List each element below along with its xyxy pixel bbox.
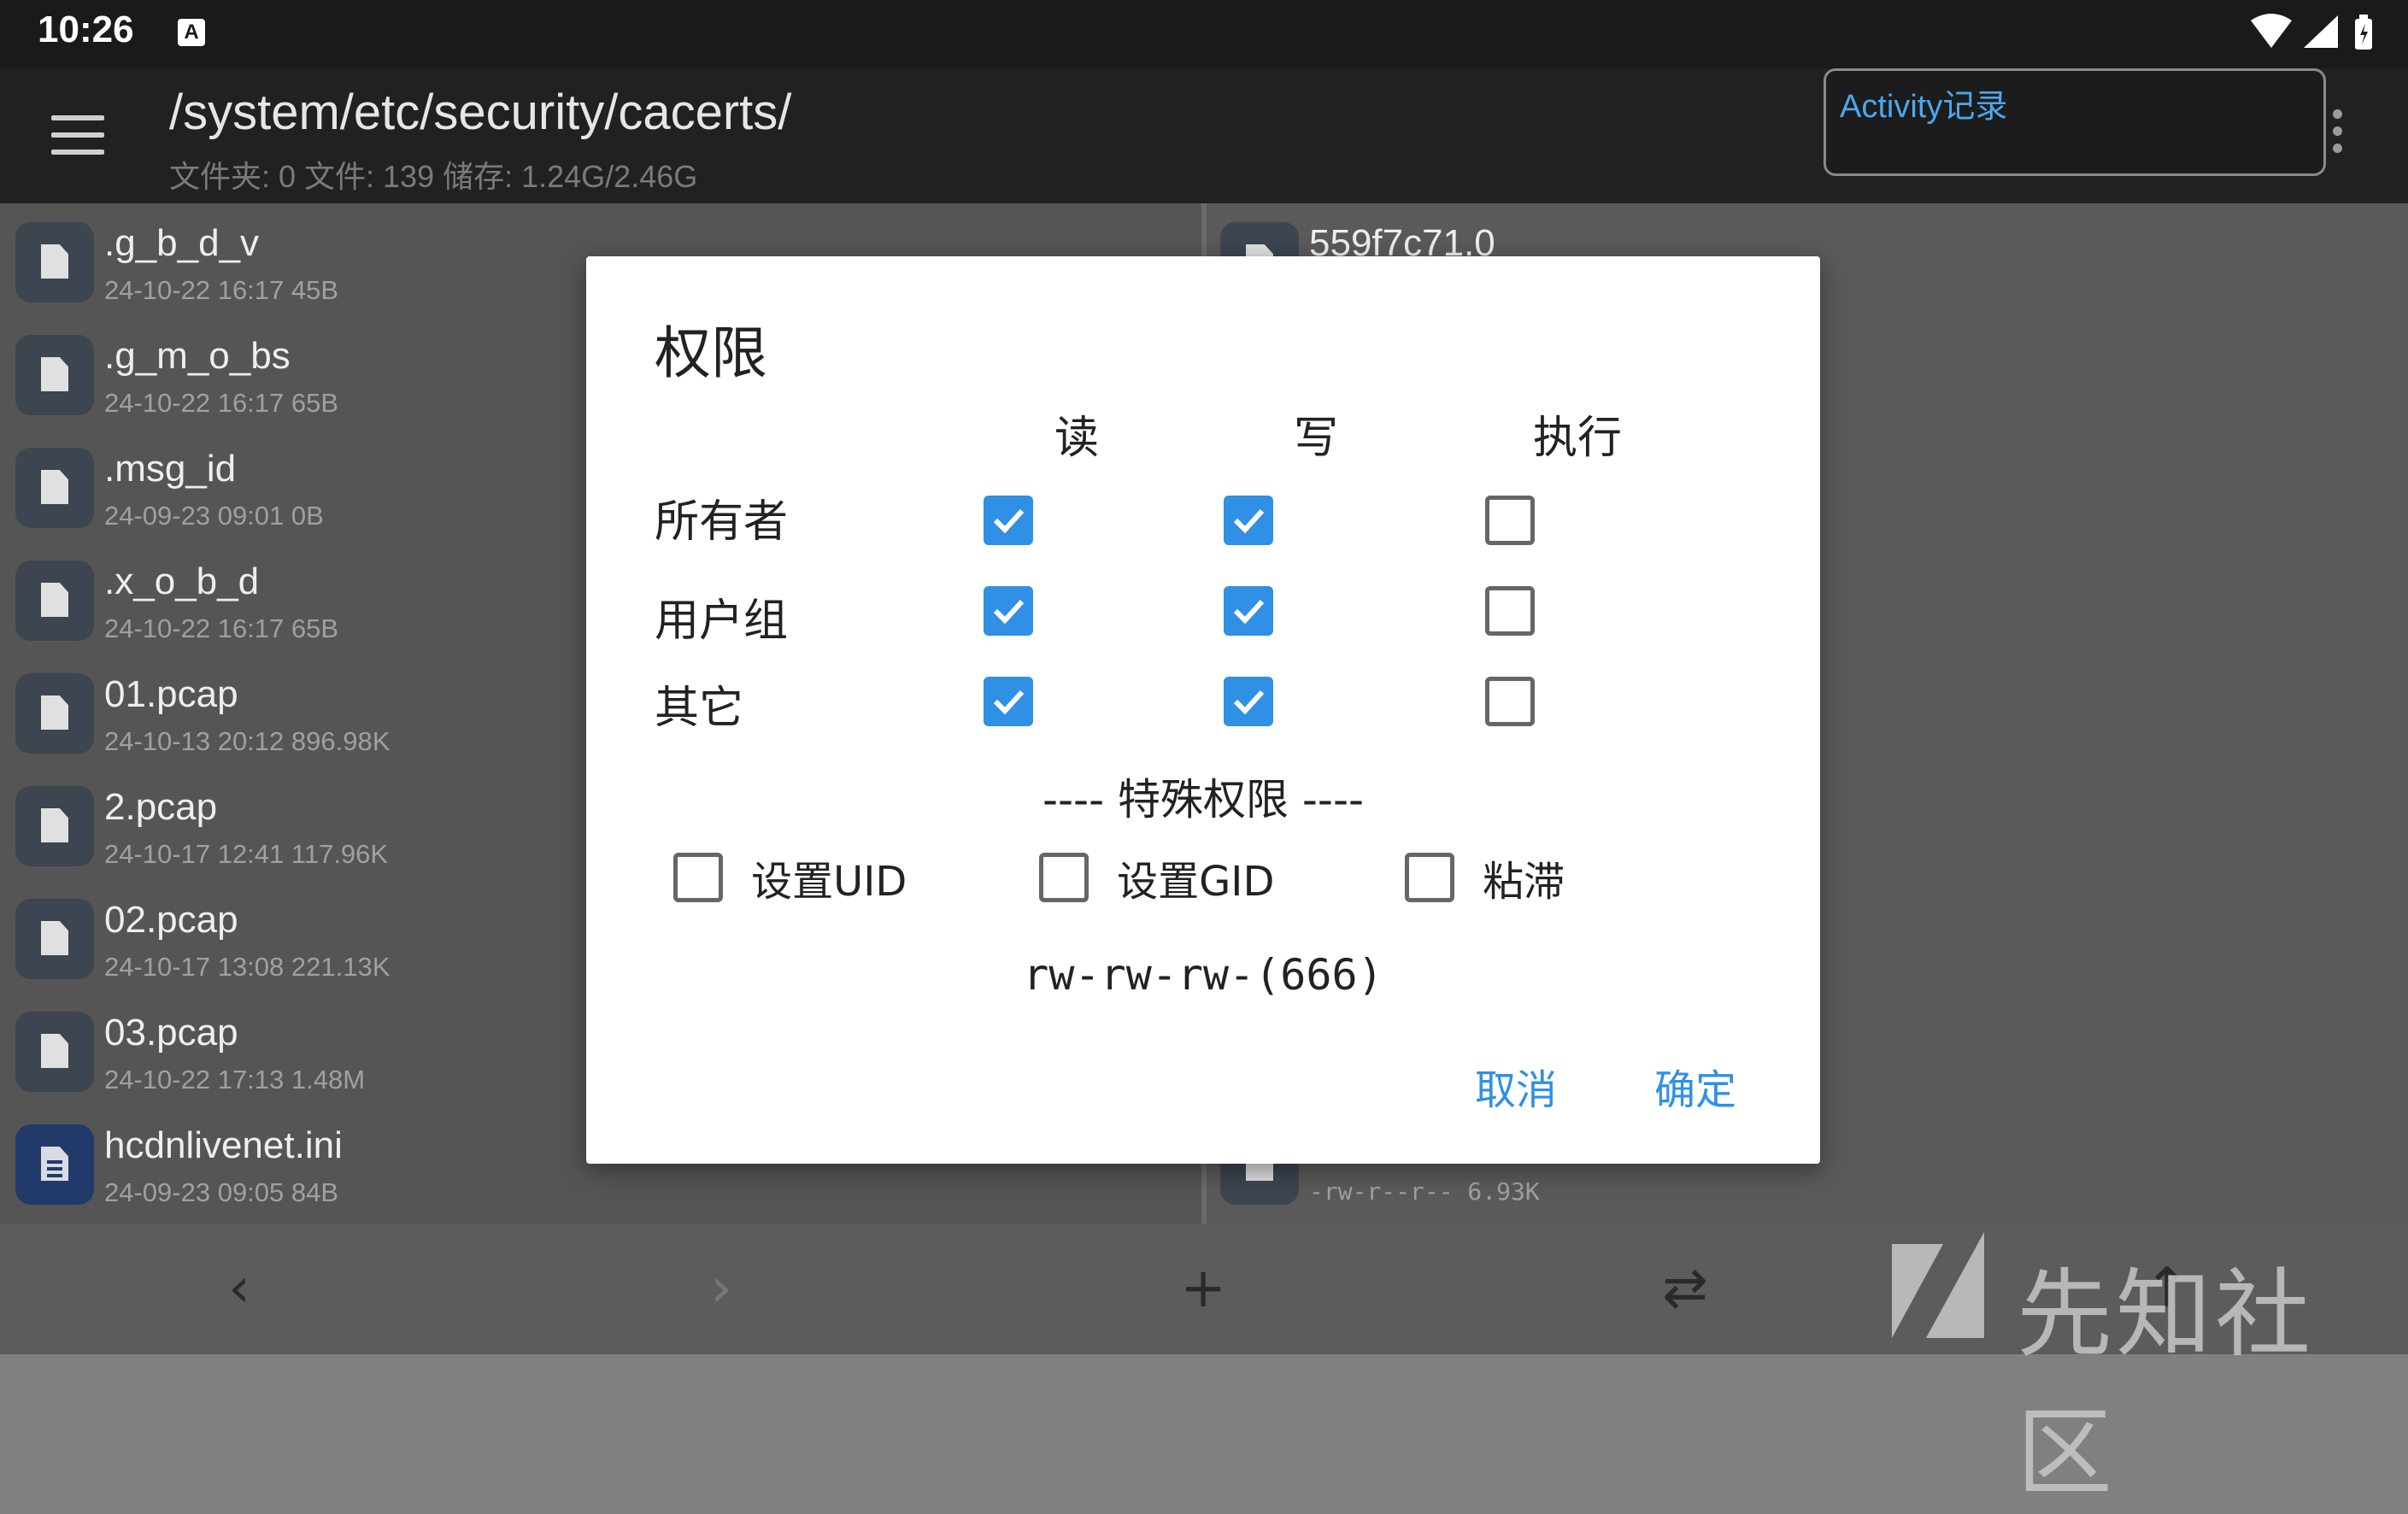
text-file-icon (15, 1124, 94, 1205)
file-icon (15, 899, 94, 979)
file-icon (15, 786, 94, 866)
owner-read-checkbox[interactable] (984, 496, 1033, 545)
more-options-icon[interactable] (2333, 109, 2345, 161)
file-meta: 24-10-22 16:17 65B (104, 388, 339, 418)
others-execute-checkbox[interactable] (1485, 677, 1535, 726)
watermark: 先知社区 (1888, 1230, 2384, 1509)
column-execute: 执行 (1532, 413, 1622, 464)
watermark-logo-icon (1892, 1232, 1984, 1338)
row-label-others: 其它 (655, 683, 744, 734)
notification-a-icon: A (178, 19, 205, 46)
permissions-dialog: 权限 读 写 执行 所有者 用户组 其它 ---- 特殊权限 ---- 设置UI… (586, 256, 1820, 1164)
group-execute-checkbox[interactable] (1485, 586, 1535, 636)
column-read: 读 (1054, 413, 1099, 464)
status-time: 10:26 (38, 9, 134, 50)
file-icon (15, 222, 94, 302)
swap-panes-icon[interactable]: ⇄ (1651, 1254, 1719, 1323)
file-name: 02.pcap (104, 899, 238, 941)
group-read-checkbox[interactable] (984, 586, 1033, 636)
activity-log-box[interactable]: Activity记录 (1824, 68, 2326, 176)
file-icon (15, 335, 94, 415)
setgid-checkbox[interactable] (1039, 853, 1089, 902)
file-meta: 24-10-17 12:41 117.96K (104, 839, 389, 869)
file-icon (15, 1012, 94, 1092)
file-icon (15, 448, 94, 528)
sticky-checkbox[interactable] (1405, 853, 1454, 902)
special-permissions-heading: ---- 特殊权限 ---- (1042, 775, 1365, 824)
file-name: .x_o_b_d (104, 560, 260, 602)
sticky-label: 粘滞 (1483, 858, 1565, 906)
group-write-checkbox[interactable] (1224, 586, 1273, 636)
battery-icon (2355, 15, 2372, 50)
status-icons (2247, 12, 2384, 56)
watermark-text: 先知社区 (2017, 1259, 2314, 1509)
others-write-checkbox[interactable] (1224, 677, 1273, 726)
setuid-checkbox[interactable] (673, 853, 723, 902)
dialog-title: 权限 (655, 320, 767, 386)
row-label-group: 用户组 (655, 596, 789, 647)
file-meta: 24-10-22 16:17 45B (104, 275, 339, 305)
signal-icon (2304, 15, 2338, 48)
status-bar: 10:26 A (0, 0, 2408, 68)
file-icon (15, 673, 94, 754)
add-icon[interactable]: + (1169, 1254, 1237, 1323)
file-meta: 24-09-23 09:05 84B (104, 1177, 339, 1207)
file-meta: -rw-r--r-- 6.93K (1309, 1177, 1540, 1206)
file-meta: 24-10-17 13:08 221.13K (104, 952, 391, 982)
file-name: .g_m_o_bs (104, 335, 291, 377)
setgid-label: 设置GID (1117, 858, 1275, 906)
current-path: /system/etc/security/cacerts/ (169, 85, 792, 140)
column-write: 写 (1293, 413, 1338, 464)
owner-write-checkbox[interactable] (1224, 496, 1273, 545)
setgid-option[interactable]: 设置GID (1039, 848, 1274, 907)
setuid-option[interactable]: 设置UID (673, 848, 907, 907)
file-name: hcdnlivenet.ini (104, 1124, 343, 1166)
file-name: 03.pcap (104, 1012, 238, 1053)
permission-string: rw-rw-rw-(666) (1023, 950, 1383, 1000)
file-meta: 24-10-22 16:17 65B (104, 613, 339, 643)
wifi-icon (2251, 14, 2292, 48)
ok-button[interactable]: 确定 (1654, 1056, 1736, 1116)
file-name: .msg_id (104, 448, 237, 490)
folder-stats: 文件夹: 0 文件: 139 储存: 1.24G/2.46G (169, 159, 698, 194)
row-label-owner: 所有者 (655, 496, 789, 548)
others-read-checkbox[interactable] (984, 677, 1033, 726)
forward-arrow-icon[interactable]: › (687, 1254, 755, 1323)
owner-execute-checkbox[interactable] (1485, 496, 1535, 545)
setuid-label: 设置UID (751, 858, 907, 906)
file-name: .g_b_d_v (104, 222, 260, 264)
file-meta: 24-10-22 17:13 1.48M (104, 1065, 366, 1094)
file-meta: 24-09-23 09:01 0B (104, 501, 324, 531)
file-icon (15, 560, 94, 641)
file-meta: 24-10-13 20:12 896.98K (104, 726, 391, 756)
back-arrow-icon[interactable]: ‹ (205, 1254, 273, 1323)
file-name: 01.pcap (104, 673, 238, 715)
sticky-option[interactable]: 粘滞 (1405, 848, 1565, 907)
hamburger-menu-icon[interactable] (51, 115, 104, 155)
activity-log-label: Activity记录 (1840, 89, 2008, 125)
file-name: 2.pcap (104, 786, 218, 828)
cancel-button[interactable]: 取消 (1475, 1056, 1557, 1116)
